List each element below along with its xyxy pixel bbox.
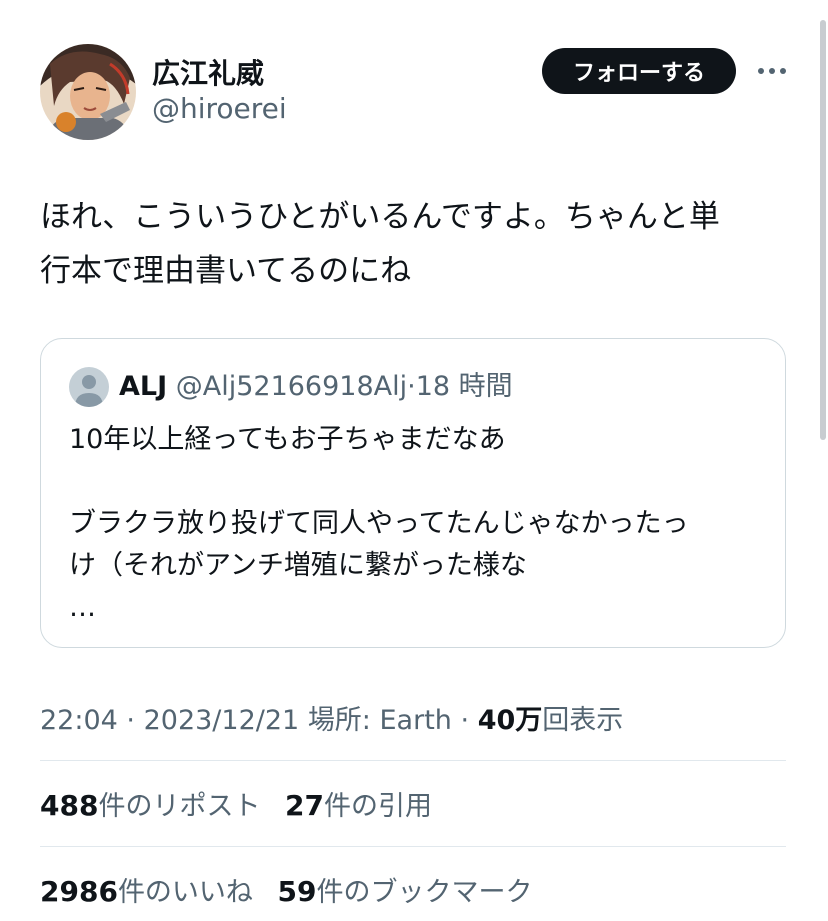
tweet-text: ほれ、こういうひとがいるんですよ。ちゃんと単 行本で理由書いてるのにね	[40, 190, 800, 298]
quoted-text-ellipsis: …	[69, 592, 96, 623]
tweet-location: 場所: Earth	[307, 705, 452, 736]
quoted-time: 18 時間	[415, 371, 513, 402]
quoted-name: ALJ	[119, 371, 168, 402]
likes-label: 件のいいね	[117, 877, 253, 908]
follow-button-label: フォローする	[572, 61, 705, 86]
reposts-link[interactable]: 488件のリポスト	[40, 789, 269, 822]
tweet-meta: 22:04 · 2023/12/21 場所: Earth · 40万回表示	[40, 698, 623, 737]
divider	[40, 760, 786, 761]
likes-count: 2986	[40, 875, 118, 908]
tweet-time[interactable]: 22:04	[40, 705, 118, 736]
reposts-label: 件のリポスト	[98, 791, 261, 822]
quotes-link[interactable]: 27件の引用	[285, 789, 433, 822]
quoted-separator: ·	[407, 371, 416, 402]
divider	[40, 846, 786, 847]
quoted-text-line: 10年以上経ってもお子ちゃまだなあ	[69, 424, 506, 455]
bookmarks-count: 59	[277, 875, 317, 908]
bookmarks-label: 件のブックマーク	[316, 877, 533, 908]
tweet-text-line: 行本で理由書いてるのにね	[40, 253, 412, 289]
tweet-date[interactable]: 2023/12/21	[144, 705, 300, 736]
quoted-text: 10年以上経ってもお子ちゃまだなあ ブラクラ放り投げて同人やってたんじゃなかった…	[69, 419, 769, 629]
quotes-count: 27	[285, 789, 325, 822]
default-user-icon	[69, 367, 109, 407]
engagement-row-1: 488件のリポスト 27件の引用	[40, 784, 448, 823]
quoted-tweet-card[interactable]: ALJ @Alj52166918Alj·18 時間 10年以上経ってもお子ちゃま…	[40, 338, 786, 648]
author-display-name[interactable]: 広江礼威	[152, 52, 264, 92]
engagement-row-2: 2986件のいいね 59件のブックマーク	[40, 870, 549, 909]
tweet-text-line: ほれ、こういうひとがいるんですよ。ちゃんと単	[40, 199, 720, 235]
quoted-header: ALJ @Alj52166918Alj·18 時間	[119, 369, 513, 405]
meta-separator: ·	[126, 705, 135, 736]
author-handle[interactable]: @hiroerei	[152, 92, 287, 125]
quoted-avatar	[69, 367, 109, 407]
views-label: 回表示	[542, 705, 624, 736]
reposts-count: 488	[40, 789, 99, 822]
meta-separator: ·	[460, 705, 470, 736]
author-avatar[interactable]	[40, 44, 136, 140]
quotes-label: 件の引用	[324, 791, 433, 822]
bookmarks-link[interactable]: 59件のブックマーク	[277, 875, 533, 908]
quoted-handle: @Alj52166918Alj	[175, 371, 408, 402]
ellipsis-icon[interactable]	[752, 58, 792, 84]
follow-button[interactable]: フォローする	[542, 48, 736, 94]
scrollbar[interactable]	[820, 20, 826, 440]
quoted-text-line: け（それがアンチ増殖に繋がった様な	[69, 550, 527, 581]
profile-illustration-avatar	[40, 44, 136, 140]
likes-link[interactable]: 2986件のいいね	[40, 875, 262, 908]
views-count: 40万	[477, 705, 543, 736]
quoted-text-line: ブラクラ放り投げて同人やってたんじゃなかったっ	[69, 508, 689, 539]
